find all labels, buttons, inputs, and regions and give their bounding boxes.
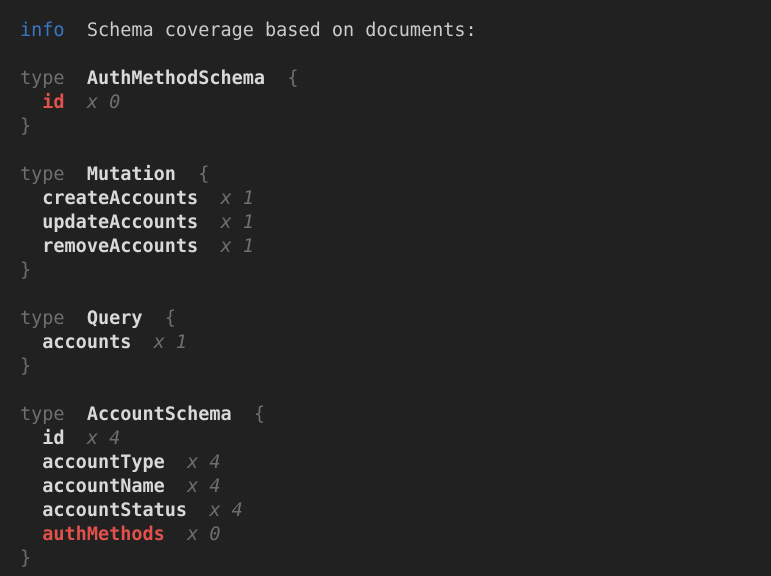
type-footer: } bbox=[20, 547, 759, 571]
field-usage-count: x 0 bbox=[87, 92, 120, 113]
field-usage-count: x 1 bbox=[220, 188, 253, 209]
close-brace: } bbox=[20, 548, 31, 569]
field-usage-count: x 4 bbox=[187, 452, 220, 473]
type-header-mutation: type Mutation { bbox=[20, 163, 759, 187]
open-brace: { bbox=[165, 308, 176, 329]
field-name: id bbox=[42, 428, 64, 449]
field-row: accountName x 4 bbox=[20, 475, 759, 499]
blank-line bbox=[20, 379, 759, 403]
type-header-accountschema: type AccountSchema { bbox=[20, 403, 759, 427]
type-name: AuthMethodSchema bbox=[87, 68, 265, 89]
field-row: id x 0 bbox=[20, 91, 759, 115]
type-keyword: type bbox=[20, 164, 65, 185]
close-brace: } bbox=[20, 260, 31, 281]
field-usage-count: x 1 bbox=[220, 212, 253, 233]
field-usage-count: x 4 bbox=[87, 428, 120, 449]
log-info-line: info Schema coverage based on documents: bbox=[20, 19, 759, 43]
type-keyword: type bbox=[20, 404, 65, 425]
field-name: removeAccounts bbox=[42, 236, 198, 257]
field-name: accountName bbox=[42, 476, 165, 497]
blank-line bbox=[20, 139, 759, 163]
field-row: removeAccounts x 1 bbox=[20, 235, 759, 259]
field-row: updateAccounts x 1 bbox=[20, 211, 759, 235]
type-name: Mutation bbox=[87, 164, 176, 185]
type-name: AccountSchema bbox=[87, 404, 232, 425]
open-brace: { bbox=[287, 68, 298, 89]
close-brace: } bbox=[20, 116, 31, 137]
field-usage-count: x 1 bbox=[154, 332, 187, 353]
field-row: id x 4 bbox=[20, 427, 759, 451]
field-name: accountType bbox=[42, 452, 165, 473]
field-usage-count: x 0 bbox=[187, 524, 220, 545]
field-name: accountStatus bbox=[42, 500, 187, 521]
blank-line bbox=[20, 43, 759, 67]
type-footer: } bbox=[20, 115, 759, 139]
terminal-output: info Schema coverage based on documents:… bbox=[0, 0, 771, 576]
open-brace: { bbox=[254, 404, 265, 425]
log-message: Schema coverage based on documents: bbox=[87, 20, 477, 41]
field-usage-count: x 1 bbox=[220, 236, 253, 257]
field-row: accounts x 1 bbox=[20, 331, 759, 355]
type-keyword: type bbox=[20, 68, 65, 89]
type-name: Query bbox=[87, 308, 143, 329]
type-footer: } bbox=[20, 259, 759, 283]
field-row: accountType x 4 bbox=[20, 451, 759, 475]
type-footer: } bbox=[20, 355, 759, 379]
field-name: authMethods bbox=[42, 524, 165, 545]
blank-line bbox=[20, 283, 759, 307]
type-keyword: type bbox=[20, 308, 65, 329]
type-header-authmethodschema: type AuthMethodSchema { bbox=[20, 67, 759, 91]
log-level-info-label: info bbox=[20, 20, 65, 41]
field-row: accountStatus x 4 bbox=[20, 499, 759, 523]
type-header-query: type Query { bbox=[20, 307, 759, 331]
field-name: updateAccounts bbox=[42, 212, 198, 233]
field-name: createAccounts bbox=[42, 188, 198, 209]
close-brace: } bbox=[20, 356, 31, 377]
field-usage-count: x 4 bbox=[187, 476, 220, 497]
field-name: id bbox=[42, 92, 64, 113]
field-name: accounts bbox=[42, 332, 131, 353]
field-row: authMethods x 0 bbox=[20, 523, 759, 547]
open-brace: { bbox=[198, 164, 209, 185]
field-row: createAccounts x 1 bbox=[20, 187, 759, 211]
field-usage-count: x 4 bbox=[209, 500, 242, 521]
